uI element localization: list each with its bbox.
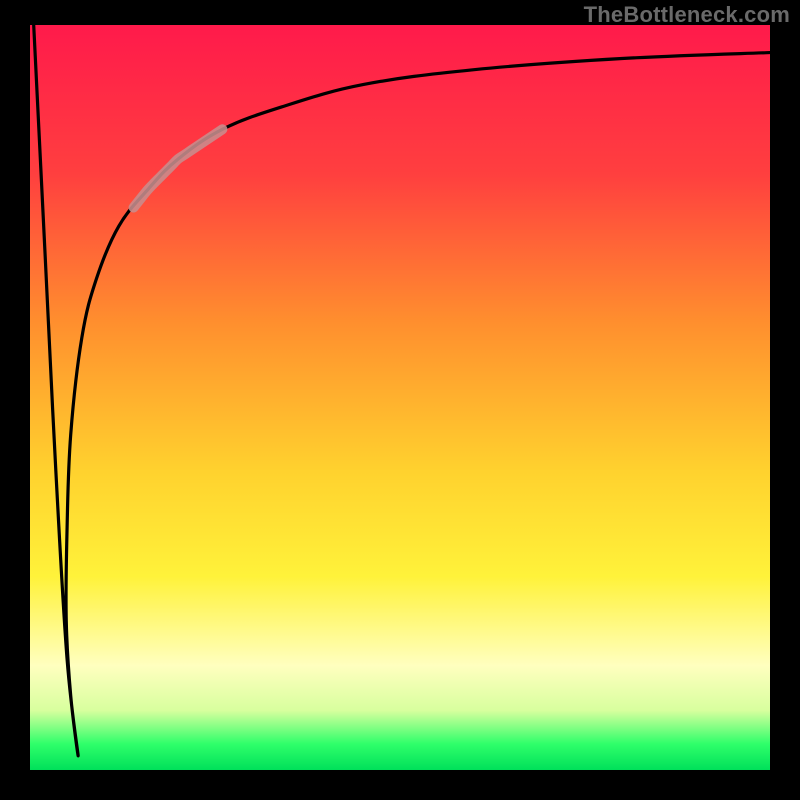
chart-container: TheBottleneck.com xyxy=(0,0,800,800)
plot-area xyxy=(30,25,770,770)
watermark-label: TheBottleneck.com xyxy=(584,2,790,28)
chart-svg xyxy=(0,0,800,800)
